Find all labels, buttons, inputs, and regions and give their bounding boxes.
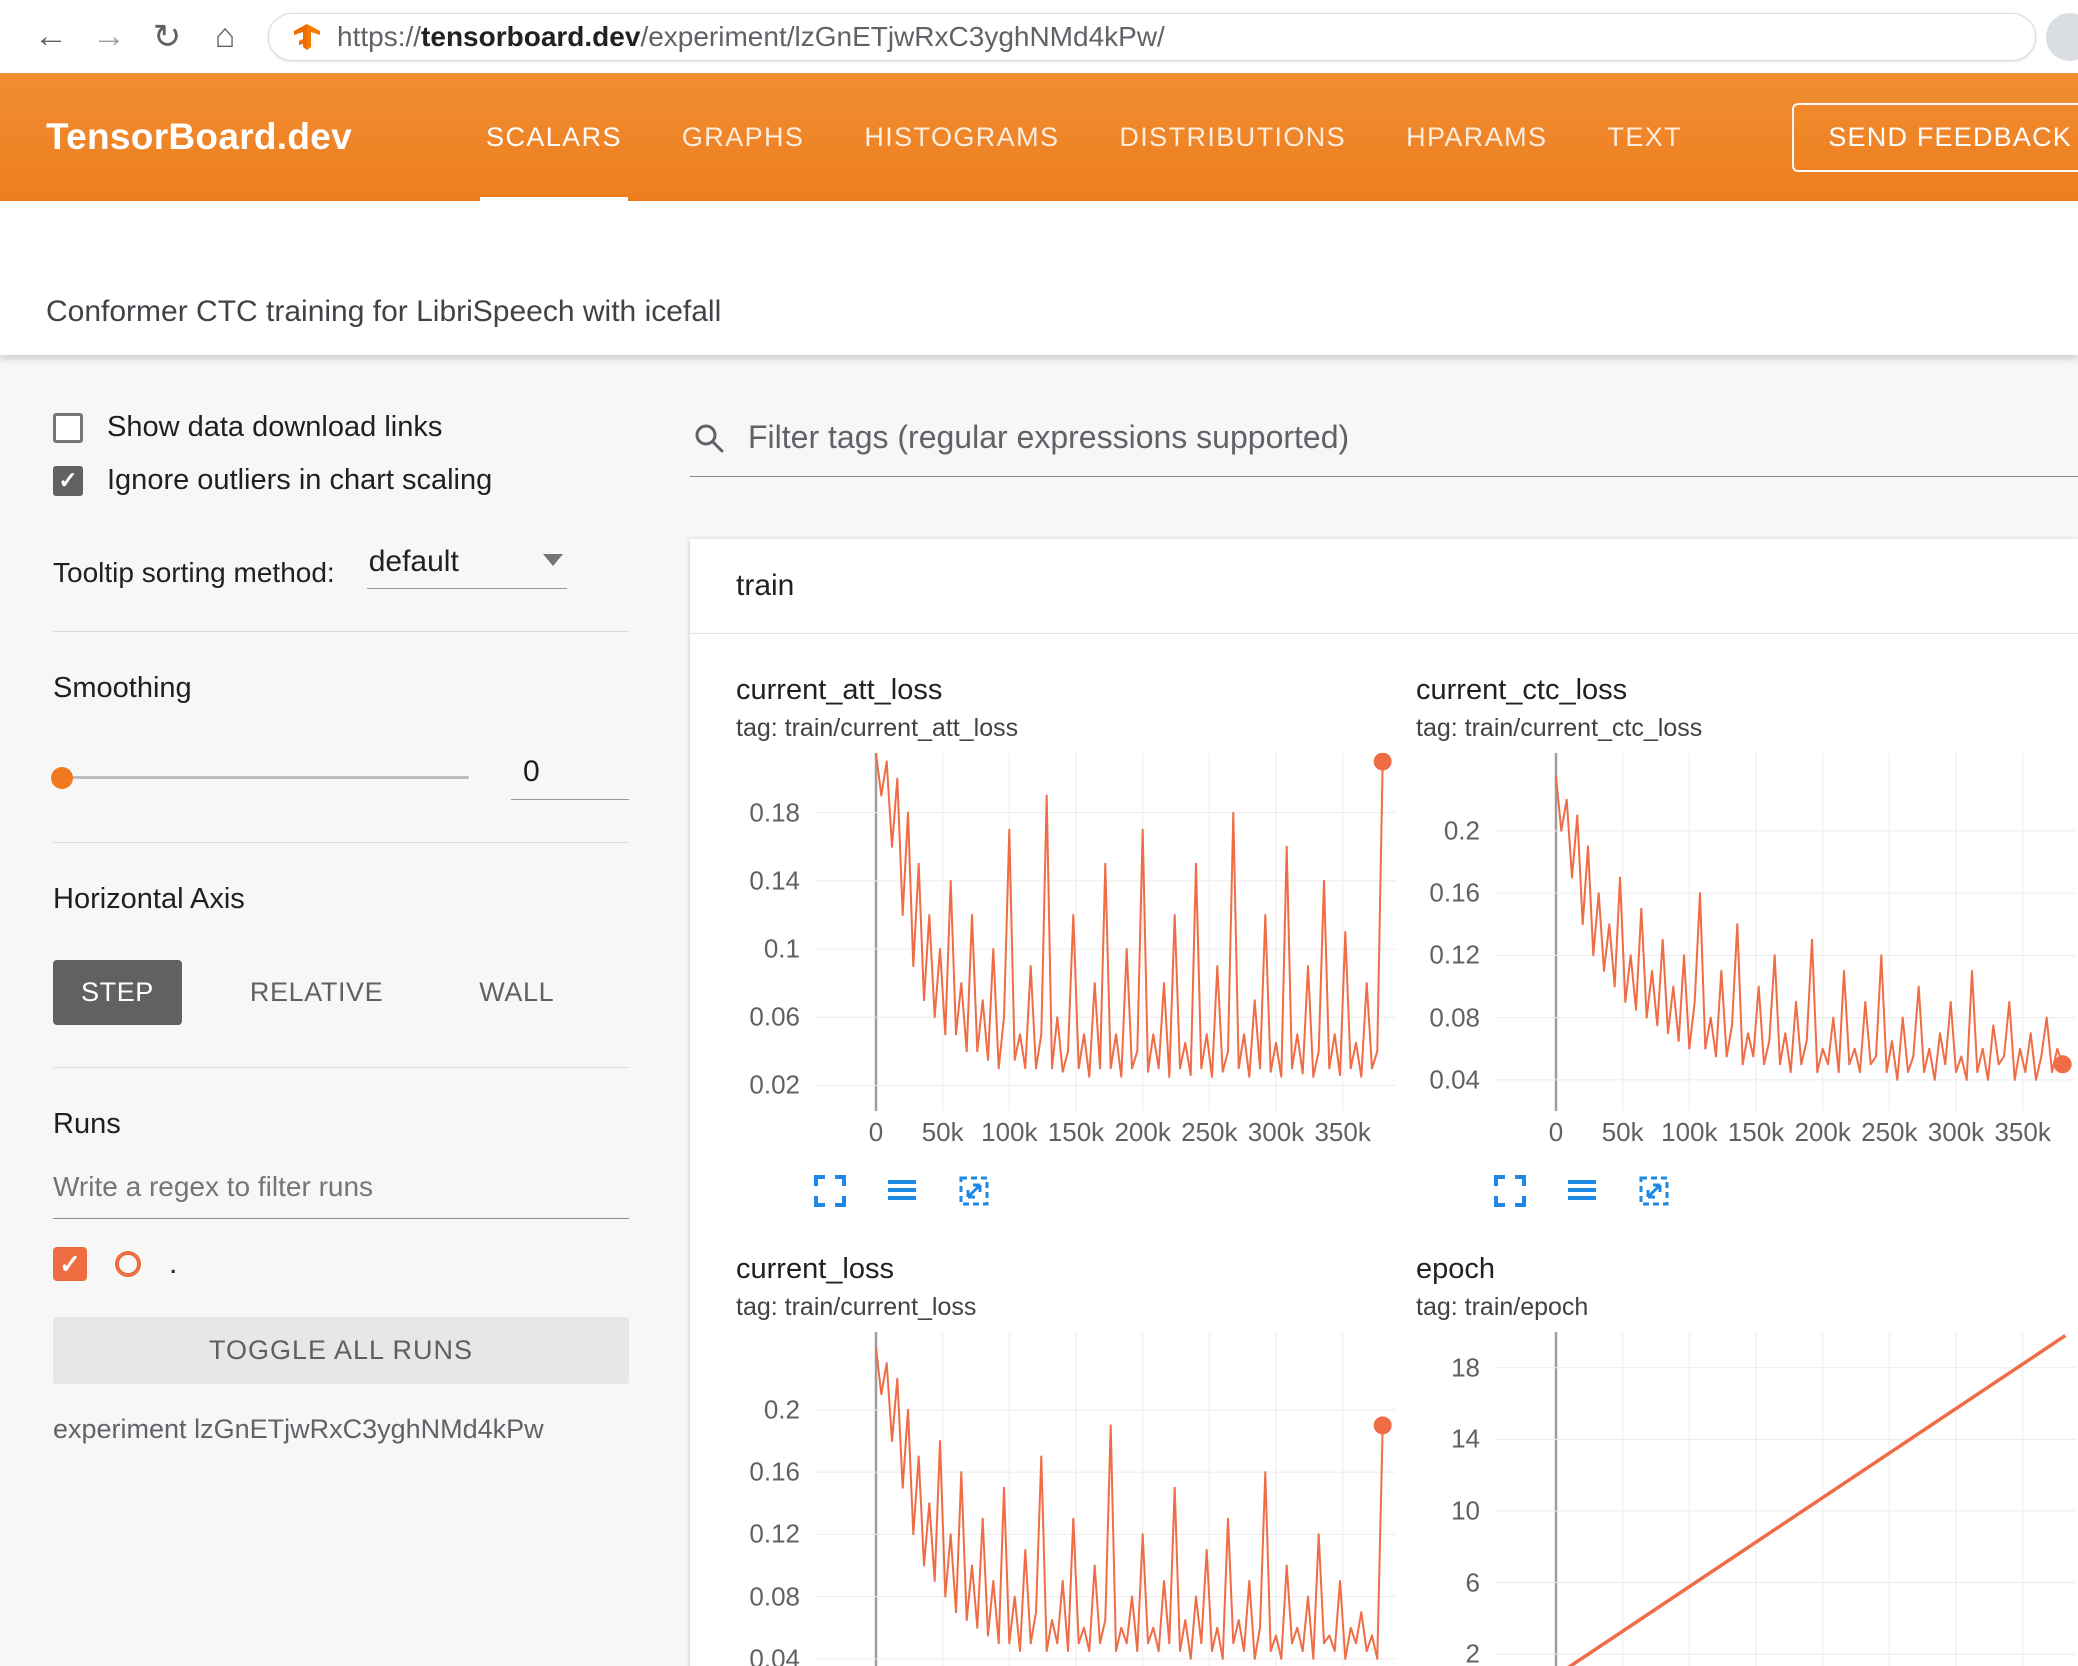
tab-histograms[interactable]: HISTOGRAMS — [834, 73, 1089, 201]
run-name: . — [169, 1247, 178, 1280]
filter-tags-row — [690, 419, 2078, 477]
smoothing-slider-row: 0 — [51, 755, 629, 800]
browser-toolbar: ← → ↻ ⌂ https://tensorboard.dev/experime… — [0, 0, 2078, 73]
url-domain: tensorboard.dev — [421, 20, 641, 52]
fullscreen-icon[interactable] — [1492, 1173, 1528, 1209]
tooltip-sorting-select[interactable]: default — [366, 545, 567, 589]
line-chart[interactable] — [816, 1332, 1396, 1666]
horizontal-axis-label: Horizontal Axis — [53, 883, 245, 915]
horizontal-axis-section: Horizontal Axis STEP RELATIVE WALL — [53, 883, 629, 1068]
tab-bar: SCALARS GRAPHS HISTOGRAMS DISTRIBUTIONS … — [456, 73, 1712, 201]
url-scheme: https:// — [337, 20, 422, 52]
avatar[interactable] — [2046, 13, 2078, 61]
filter-tags-input[interactable] — [748, 419, 2078, 456]
reload-icon[interactable]: ↻ — [138, 17, 196, 57]
tab-text[interactable]: TEXT — [1577, 73, 1712, 201]
general-settings-section: Show data download links ✓ Ignore outlie… — [53, 411, 629, 632]
tooltip-sorting-label: Tooltip sorting method: — [53, 557, 335, 588]
chart-current-ctc-loss: current_ctc_loss tag: train/current_ctc_… — [1416, 674, 2076, 1209]
tab-scalars[interactable]: SCALARS — [456, 73, 652, 201]
line-chart[interactable] — [1496, 753, 2076, 1111]
charts-grid: current_att_loss tag: train/current_att_… — [690, 634, 2078, 1666]
experiment-id-label: experiment lzGnETjwRxC3yghNMd4kPw — [53, 1414, 544, 1444]
axis-wall-button[interactable]: WALL — [451, 960, 582, 1025]
train-card: train current_att_loss tag: train/curren… — [690, 539, 2078, 1666]
smoothing-slider[interactable] — [51, 766, 469, 789]
back-icon[interactable]: ← — [22, 17, 80, 56]
line-chart[interactable] — [816, 753, 1396, 1111]
tooltip-sorting-row: Tooltip sorting method: default — [53, 545, 629, 589]
app-header: TensorBoard.dev SCALARS GRAPHS HISTOGRAM… — [0, 73, 2078, 201]
url-text: https://tensorboard.dev/experiment/lzGnE… — [337, 21, 1165, 53]
chart-title: current_att_loss — [736, 674, 943, 706]
y-axis-labels: 0.02 0.06 0.1 0.14 0.18 — [749, 797, 800, 1100]
chevron-down-icon — [542, 554, 563, 566]
forward-icon[interactable]: → — [80, 17, 138, 56]
smoothing-value[interactable]: 0 — [511, 755, 629, 800]
tab-graphs[interactable]: GRAPHS — [652, 73, 834, 201]
tab-distributions[interactable]: DISTRIBUTIONS — [1089, 73, 1376, 201]
linear-scale-icon[interactable] — [1564, 1173, 1600, 1209]
smoothing-section: Smoothing 0 — [51, 672, 629, 843]
chart-title: current_loss — [736, 1253, 894, 1285]
chart-epoch: epoch tag: train/epoch 26101418 050k100k… — [1416, 1253, 2076, 1666]
chart-current-att-loss: current_att_loss tag: train/current_att_… — [736, 674, 1396, 1209]
y-axis-labels: 0.04 0.08 0.12 0.16 0.2 — [1429, 815, 1480, 1095]
chart-toolbar — [1492, 1173, 2076, 1209]
run-checkbox[interactable]: ✓ — [53, 1247, 87, 1281]
ignore-outliers-checkbox[interactable]: ✓ — [53, 465, 83, 496]
line-chart[interactable] — [1496, 1332, 2076, 1666]
home-icon[interactable]: ⌂ — [196, 17, 254, 56]
chart-current-loss: current_loss tag: train/current_loss 0.0… — [736, 1253, 1396, 1666]
run-row[interactable]: ✓ . — [53, 1247, 629, 1281]
show-download-links-row[interactable]: Show data download links — [53, 411, 629, 444]
tooltip-sorting-value: default — [368, 545, 459, 578]
chart-tag: tag: train/current_ctc_loss — [1416, 714, 1703, 742]
tab-hparams[interactable]: HPARAMS — [1376, 73, 1577, 201]
settings-sidebar: Show data download links ✓ Ignore outlie… — [0, 355, 676, 1666]
y-axis-labels: 2 6 10 14 18 — [1451, 1352, 1480, 1666]
runs-filter-input[interactable] — [53, 1161, 629, 1219]
chart-tag: tag: train/epoch — [1416, 1293, 1589, 1321]
toggle-all-runs-button[interactable]: TOGGLE ALL RUNS — [53, 1317, 629, 1384]
chart-title: epoch — [1416, 1253, 1496, 1285]
x-axis-labels: 0 50k 100k 150k 200k 250k 300k 350k — [1548, 1117, 2051, 1147]
ignore-outliers-row[interactable]: ✓ Ignore outliers in chart scaling — [53, 464, 629, 497]
address-bar[interactable]: https://tensorboard.dev/experiment/lzGnE… — [268, 12, 2036, 61]
search-icon — [695, 424, 724, 452]
axis-step-button[interactable]: STEP — [53, 960, 182, 1025]
smoothing-label: Smoothing — [53, 672, 192, 704]
show-download-links-label: Show data download links — [107, 411, 443, 443]
app-title: TensorBoard.dev — [46, 116, 353, 157]
runs-section: Runs ✓ . TOGGLE ALL RUNS experiment lzGn… — [53, 1108, 629, 1487]
fullscreen-icon[interactable] — [812, 1173, 848, 1209]
show-download-links-checkbox[interactable] — [53, 412, 83, 443]
chart-title: current_ctc_loss — [1416, 674, 1628, 706]
chart-toolbar — [812, 1173, 1396, 1209]
linear-scale-icon[interactable] — [884, 1173, 920, 1209]
x-axis-labels: 0 50k 100k 150k 200k 250k 300k 350k — [868, 1117, 1371, 1147]
y-axis-labels: 0.04 0.08 0.12 0.16 0.2 — [749, 1394, 800, 1666]
horizontal-axis-buttons: STEP RELATIVE WALL — [53, 960, 629, 1025]
experiment-subtitle: Conformer CTC training for LibriSpeech w… — [0, 201, 2078, 355]
smoothing-slider-knob[interactable] — [51, 766, 73, 789]
ignore-outliers-label: Ignore outliers in chart scaling — [107, 464, 493, 496]
run-color-icon — [115, 1251, 141, 1277]
chart-tag: tag: train/current_att_loss — [736, 714, 1019, 742]
fit-domain-icon[interactable] — [1636, 1173, 1672, 1209]
axis-relative-button[interactable]: RELATIVE — [222, 960, 411, 1025]
tag-group-title[interactable]: train — [690, 539, 2078, 634]
tensorboard-favicon — [294, 23, 320, 50]
chart-tag: tag: train/current_loss — [736, 1293, 977, 1321]
main-panel: train current_att_loss tag: train/curren… — [676, 355, 2078, 1666]
fit-domain-icon[interactable] — [956, 1173, 992, 1209]
runs-label: Runs — [53, 1108, 121, 1140]
url-path: /experiment/lzGnETjwRxC3yghNMd4kPw/ — [640, 20, 1165, 52]
send-feedback-button[interactable]: SEND FEEDBACK — [1792, 102, 2078, 172]
content: Show data download links ✓ Ignore outlie… — [0, 355, 2078, 1666]
